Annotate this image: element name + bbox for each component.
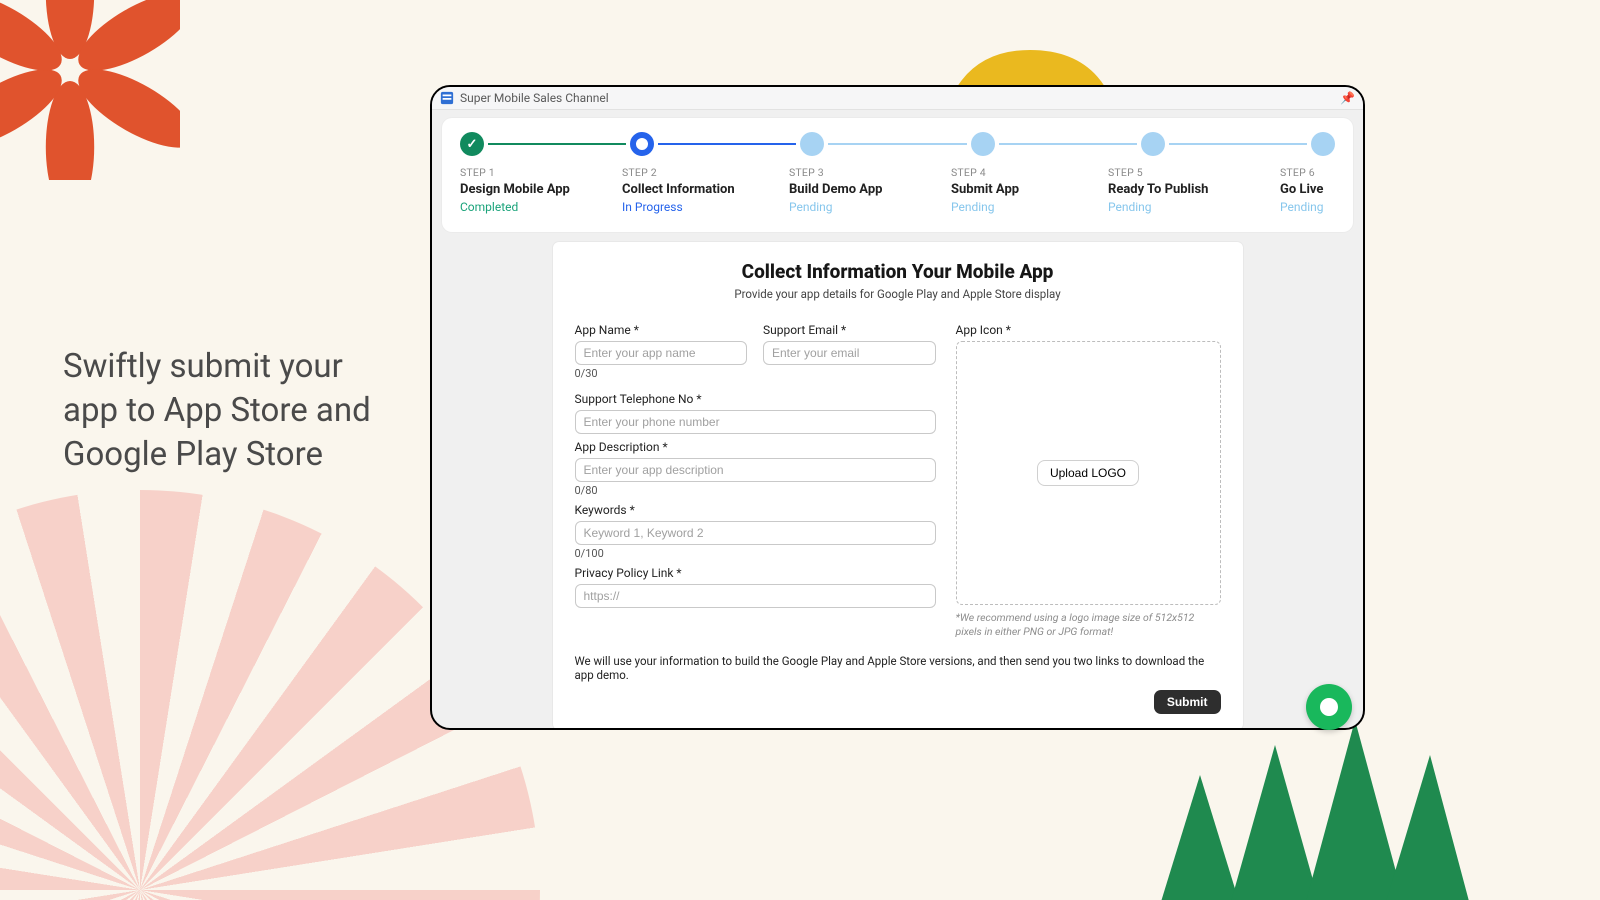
step-title: Go Live	[1280, 182, 1335, 197]
upload-logo-button[interactable]: Upload LOGO	[1037, 460, 1139, 486]
step-title: Ready To Publish	[1108, 182, 1258, 197]
step-circle-4	[971, 132, 995, 156]
submit-button[interactable]: Submit	[1154, 690, 1221, 714]
app-title: Super Mobile Sales Channel	[460, 91, 1340, 105]
step-meta: STEP 2	[622, 166, 767, 179]
step-meta: STEP 3	[789, 166, 929, 179]
step-title: Submit App	[951, 182, 1086, 197]
titlebar: Super Mobile Sales Channel 📌	[432, 87, 1363, 110]
card-title: Collect Information Your Mobile App	[575, 260, 1221, 283]
app-name-input[interactable]	[575, 341, 748, 365]
card-subtitle: Provide your app details for Google Play…	[575, 287, 1221, 301]
keywords-input[interactable]	[575, 521, 936, 545]
step-circle-6	[1311, 132, 1335, 156]
app-icon-label: App Icon *	[956, 323, 1221, 337]
support-email-label: Support Email *	[763, 323, 936, 337]
step-status: In Progress	[622, 200, 767, 214]
step-status: Pending	[789, 200, 929, 214]
step-circle-2	[630, 132, 654, 156]
step-title: Design Mobile App	[460, 182, 600, 197]
stepper-track: ✓	[460, 132, 1335, 156]
support-email-input[interactable]	[763, 341, 936, 365]
phone-input[interactable]	[575, 410, 936, 434]
phone-label: Support Telephone No *	[575, 392, 936, 406]
description-label: App Description *	[575, 440, 936, 454]
step-meta: STEP 6	[1280, 166, 1335, 179]
chat-widget-button[interactable]	[1306, 684, 1352, 730]
step-status: Pending	[1280, 200, 1335, 214]
step-4: STEP 4 Submit App Pending	[951, 166, 1086, 214]
privacy-label: Privacy Policy Link *	[575, 566, 936, 580]
promo-headline: Swiftly submit your app to App Store and…	[63, 345, 403, 477]
step-status: Completed	[460, 200, 600, 214]
step-meta: STEP 4	[951, 166, 1086, 179]
description-input[interactable]	[575, 458, 936, 482]
keywords-counter: 0/100	[575, 547, 936, 560]
step-circle-1: ✓	[460, 132, 484, 156]
step-5: STEP 5 Ready To Publish Pending	[1108, 166, 1258, 214]
step-3: STEP 3 Build Demo App Pending	[789, 166, 929, 214]
app-name-counter: 0/30	[575, 367, 748, 380]
app-logo-icon	[440, 91, 454, 105]
step-status: Pending	[1108, 200, 1258, 214]
step-line	[1169, 143, 1307, 145]
step-status: Pending	[951, 200, 1086, 214]
stepper-card: ✓ STEP 1 Design Mobile App Completed STE…	[442, 118, 1353, 232]
step-2: STEP 2 Collect Information In Progress	[622, 166, 767, 214]
description-counter: 0/80	[575, 484, 936, 497]
step-meta: STEP 1	[460, 166, 600, 179]
pin-icon[interactable]: 📌	[1340, 91, 1355, 105]
app-name-label: App Name *	[575, 323, 748, 337]
step-circle-5	[1141, 132, 1165, 156]
step-title: Collect Information	[622, 182, 767, 197]
step-line	[658, 143, 796, 145]
step-line	[828, 143, 966, 145]
app-icon-dropzone[interactable]: Upload LOGO	[956, 341, 1221, 605]
form-note: We will use your information to build th…	[575, 654, 1221, 682]
step-line	[488, 143, 626, 145]
app-window: Super Mobile Sales Channel 📌 ✓ STEP 1 De…	[430, 85, 1365, 730]
step-1: STEP 1 Design Mobile App Completed	[460, 166, 600, 214]
keywords-label: Keywords *	[575, 503, 936, 517]
decorative-triangles-icon	[1160, 715, 1470, 900]
step-meta: STEP 5	[1108, 166, 1258, 179]
step-line	[999, 143, 1137, 145]
step-title: Build Demo App	[789, 182, 929, 197]
form-card: Collect Information Your Mobile App Prov…	[553, 242, 1243, 730]
decorative-flower-icon	[0, 0, 180, 180]
chat-bubble-icon	[1320, 698, 1338, 716]
logo-hint: *We recommend using a logo image size of…	[956, 611, 1221, 638]
step-circle-3	[800, 132, 824, 156]
step-6: STEP 6 Go Live Pending	[1280, 166, 1335, 214]
privacy-input[interactable]	[575, 584, 936, 608]
